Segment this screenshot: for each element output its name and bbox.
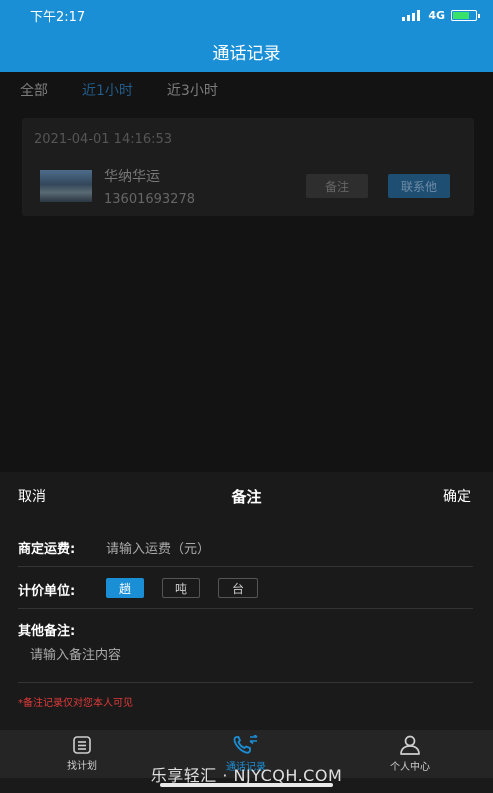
divider [18,566,473,567]
status-indicators: 4G [402,8,480,22]
divider [18,682,473,683]
note-button[interactable]: 备注 [306,174,368,198]
note-sheet: 取消 备注 确定 商定运费: 请输入运费（元） 计价单位: 趟 吨 台 其他备注… [0,472,493,730]
battery-icon [451,9,480,21]
network-type: 4G [428,8,445,22]
freight-input[interactable]: 请输入运费（元） [106,538,210,557]
call-time: 2021-04-01 14:16:53 [34,132,173,147]
contact-phone: 13601693278 [104,192,195,207]
call-record-card: 2021-04-01 14:16:53 华纳华运 13601693278 备注 … [22,118,474,216]
home-indicator[interactable] [160,783,333,787]
unit-option-set[interactable]: 台 [218,578,258,598]
user-icon [400,735,420,755]
privacy-tip: *备注记录仅对您本人可见 [18,698,133,709]
page-title: 通话记录 [212,43,281,64]
freight-label: 商定运费: [18,542,76,557]
status-time: 下午2:17 [30,9,86,25]
unit-option-trip[interactable]: 趟 [106,578,144,598]
unit-label: 计价单位: [18,584,76,599]
plan-icon [73,736,91,754]
tab-last-3-hours[interactable]: 近3小时 [167,80,218,100]
tab-last-1-hour[interactable]: 近1小时 [82,80,133,100]
tab-all[interactable]: 全部 [20,80,48,100]
divider [18,608,473,609]
sheet-title: 备注 [231,488,262,506]
contact-button[interactable]: 联系他 [388,174,450,198]
signal-icon [402,9,421,21]
phone-call-icon [233,735,258,754]
status-bar: 下午2:17 4G [0,0,493,30]
unit-option-ton[interactable]: 吨 [162,578,200,598]
contact-name: 华纳华运 [104,169,160,185]
sheet-header: 取消 备注 确定 [0,472,493,514]
avatar [40,170,92,202]
filter-tabs: 全部 近1小时 近3小时 [20,80,218,100]
other-notes-input[interactable]: 请输入备注内容 [30,644,121,663]
confirm-button[interactable]: 确定 [443,486,471,506]
title-bar: 通话记录 [0,30,493,72]
other-notes-label: 其他备注: [18,624,76,639]
